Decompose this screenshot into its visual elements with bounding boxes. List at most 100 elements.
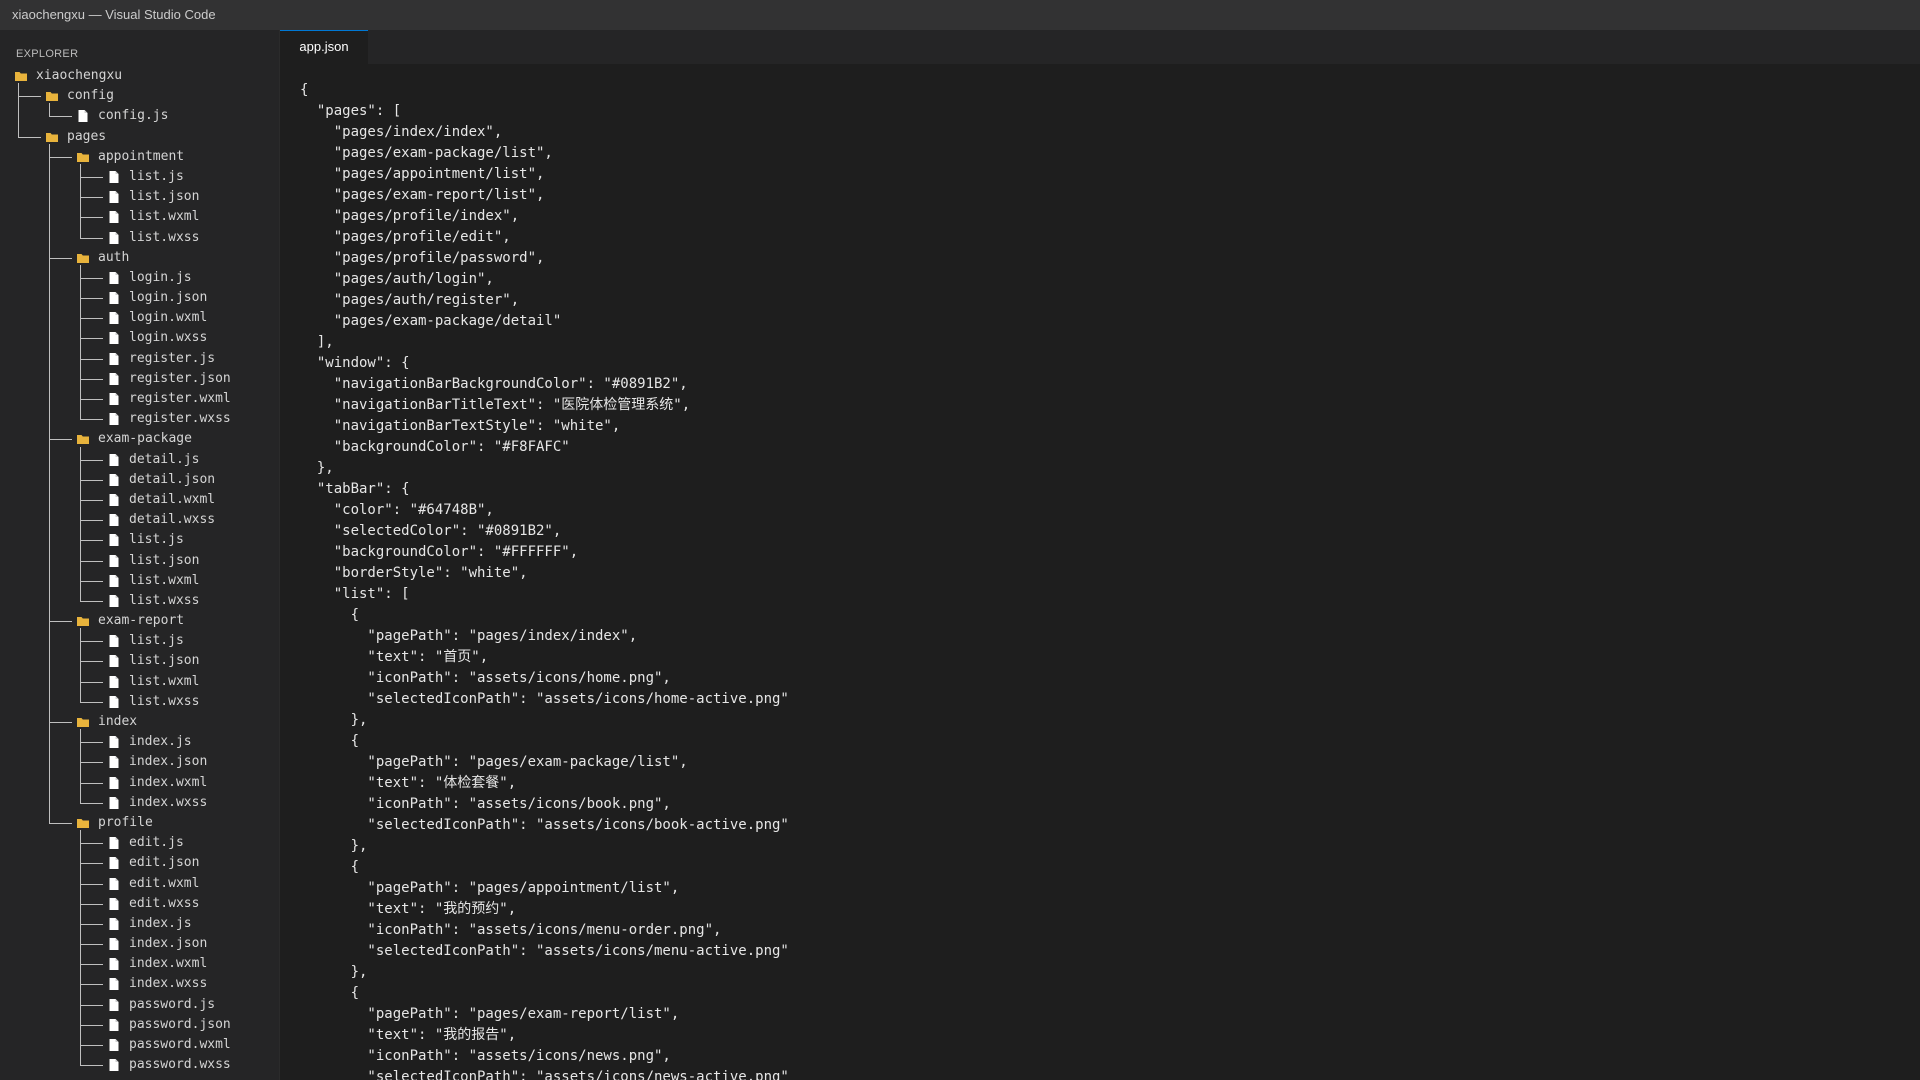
code-line: "navigationBarTitleText": "医院体检管理系统", <box>300 397 691 413</box>
tree-connector <box>80 863 103 865</box>
tree-file[interactable]: password.wxml <box>0 1035 279 1055</box>
tree-file[interactable]: list.wxml <box>0 672 279 692</box>
tree-file[interactable]: index.js <box>0 732 279 752</box>
tree-connector <box>80 661 103 663</box>
tree-folder[interactable]: exam-report <box>0 611 279 631</box>
code-line: "selectedIconPath": "assets/icons/home-a… <box>300 691 789 707</box>
tree-connector <box>80 358 103 360</box>
tree-file[interactable]: list.json <box>0 551 279 571</box>
tree-file[interactable]: list.wxss <box>0 228 279 248</box>
file-icon <box>107 352 121 366</box>
tree-connector <box>80 944 103 946</box>
tree-item-label: list.wxss <box>129 592 200 608</box>
code-line: "pages/exam-package/list", <box>300 145 553 161</box>
tree-file[interactable]: login.wxss <box>0 328 279 348</box>
file-icon <box>107 311 121 325</box>
tree-file[interactable]: index.js <box>0 914 279 934</box>
tree-file[interactable]: edit.wxml <box>0 874 279 894</box>
tree-connector <box>49 156 72 158</box>
tree-file[interactable]: index.wxss <box>0 974 279 994</box>
tree-file[interactable]: list.js <box>0 631 279 651</box>
tree-connector <box>80 560 103 562</box>
file-icon <box>107 412 121 426</box>
file-icon <box>107 594 121 608</box>
tree-connector <box>80 459 103 461</box>
tree-connector <box>80 641 103 643</box>
tree-connector <box>80 600 103 602</box>
tree-file[interactable]: login.json <box>0 288 279 308</box>
code-line: "text": "我的报告", <box>300 1027 517 1043</box>
tree-file[interactable]: list.wxss <box>0 692 279 712</box>
file-icon <box>107 776 121 790</box>
code-line: { <box>300 82 309 98</box>
tree-folder[interactable]: auth <box>0 248 279 268</box>
tree-file[interactable]: password.json <box>0 1015 279 1035</box>
tree-folder[interactable]: index <box>0 712 279 732</box>
tree-guide-line <box>80 830 81 1066</box>
tree-file[interactable]: register.wxss <box>0 409 279 429</box>
tree-file[interactable]: edit.wxss <box>0 894 279 914</box>
tree-folder[interactable]: exam-package <box>0 429 279 449</box>
tree-file[interactable]: list.json <box>0 187 279 207</box>
file-icon <box>107 897 121 911</box>
tree-file[interactable]: edit.js <box>0 833 279 853</box>
tree-file[interactable]: edit.json <box>0 853 279 873</box>
tree-connector <box>80 419 103 421</box>
tree-file[interactable]: register.js <box>0 349 279 369</box>
tree-item-label: password.wxss <box>129 1057 231 1073</box>
tree-file[interactable]: register.json <box>0 369 279 389</box>
tree-folder[interactable]: profile <box>0 813 279 833</box>
tree-guide-line <box>80 163 81 238</box>
tree-connector <box>80 277 103 279</box>
code-line: ], <box>300 334 334 350</box>
tree-item-label: edit.js <box>129 835 184 851</box>
tree-file[interactable]: index.wxml <box>0 954 279 974</box>
file-icon <box>107 473 121 487</box>
tree-file[interactable]: list.wxss <box>0 591 279 611</box>
tree-file[interactable]: config.js <box>0 106 279 126</box>
tree-file[interactable]: detail.wxss <box>0 510 279 530</box>
tree-connector <box>80 1065 103 1067</box>
tab-app-json[interactable]: app.json <box>280 30 368 64</box>
tree-file[interactable]: detail.wxml <box>0 490 279 510</box>
tree-item-label: list.json <box>129 189 200 205</box>
tree-folder[interactable]: xiaochengxu <box>0 66 279 86</box>
code-line: }, <box>300 712 368 728</box>
tree-file[interactable]: list.wxml <box>0 207 279 227</box>
tree-file[interactable]: list.wxml <box>0 571 279 591</box>
tree-file[interactable]: password.wxss <box>0 1055 279 1075</box>
tree-file[interactable]: login.js <box>0 268 279 288</box>
tree-file[interactable]: list.js <box>0 167 279 187</box>
tree-connector <box>80 762 103 764</box>
tree-file[interactable]: list.js <box>0 530 279 550</box>
folder-icon <box>14 69 28 83</box>
tree-item-label: index.json <box>129 936 208 952</box>
tree-file[interactable]: detail.json <box>0 470 279 490</box>
tree-item-label: register.json <box>129 370 231 386</box>
tree-folder[interactable]: config <box>0 86 279 106</box>
tree-item-label: edit.wxml <box>129 875 200 891</box>
tree-item-label: edit.wxss <box>129 895 200 911</box>
tree-file[interactable]: index.json <box>0 752 279 772</box>
tree-file[interactable]: index.wxml <box>0 773 279 793</box>
code-line: "pages/profile/password", <box>300 250 545 266</box>
tree-file[interactable]: register.wxml <box>0 389 279 409</box>
tree-guide-line <box>80 628 81 703</box>
tree-file[interactable]: detail.js <box>0 450 279 470</box>
code-line: { <box>300 733 360 749</box>
folder-icon <box>76 614 90 628</box>
tree-folder[interactable]: pages <box>0 127 279 147</box>
file-icon <box>107 634 121 648</box>
tree-file[interactable]: login.wxml <box>0 308 279 328</box>
tree-file[interactable]: password.js <box>0 995 279 1015</box>
tree-item-label: profile <box>98 814 153 830</box>
tree-folder[interactable]: appointment <box>0 147 279 167</box>
tree-file[interactable]: list.json <box>0 651 279 671</box>
code-line: "backgroundColor": "#F8FAFC" <box>300 439 570 455</box>
code-line: "tabBar": { <box>300 481 410 497</box>
tree-file[interactable]: index.json <box>0 934 279 954</box>
code-line: "pages/exam-report/list", <box>300 187 545 203</box>
code-editor[interactable]: { "pages": [ "pages/index/index", "pages… <box>280 64 1920 1080</box>
tree-file[interactable]: index.wxss <box>0 793 279 813</box>
folder-icon <box>76 432 90 446</box>
